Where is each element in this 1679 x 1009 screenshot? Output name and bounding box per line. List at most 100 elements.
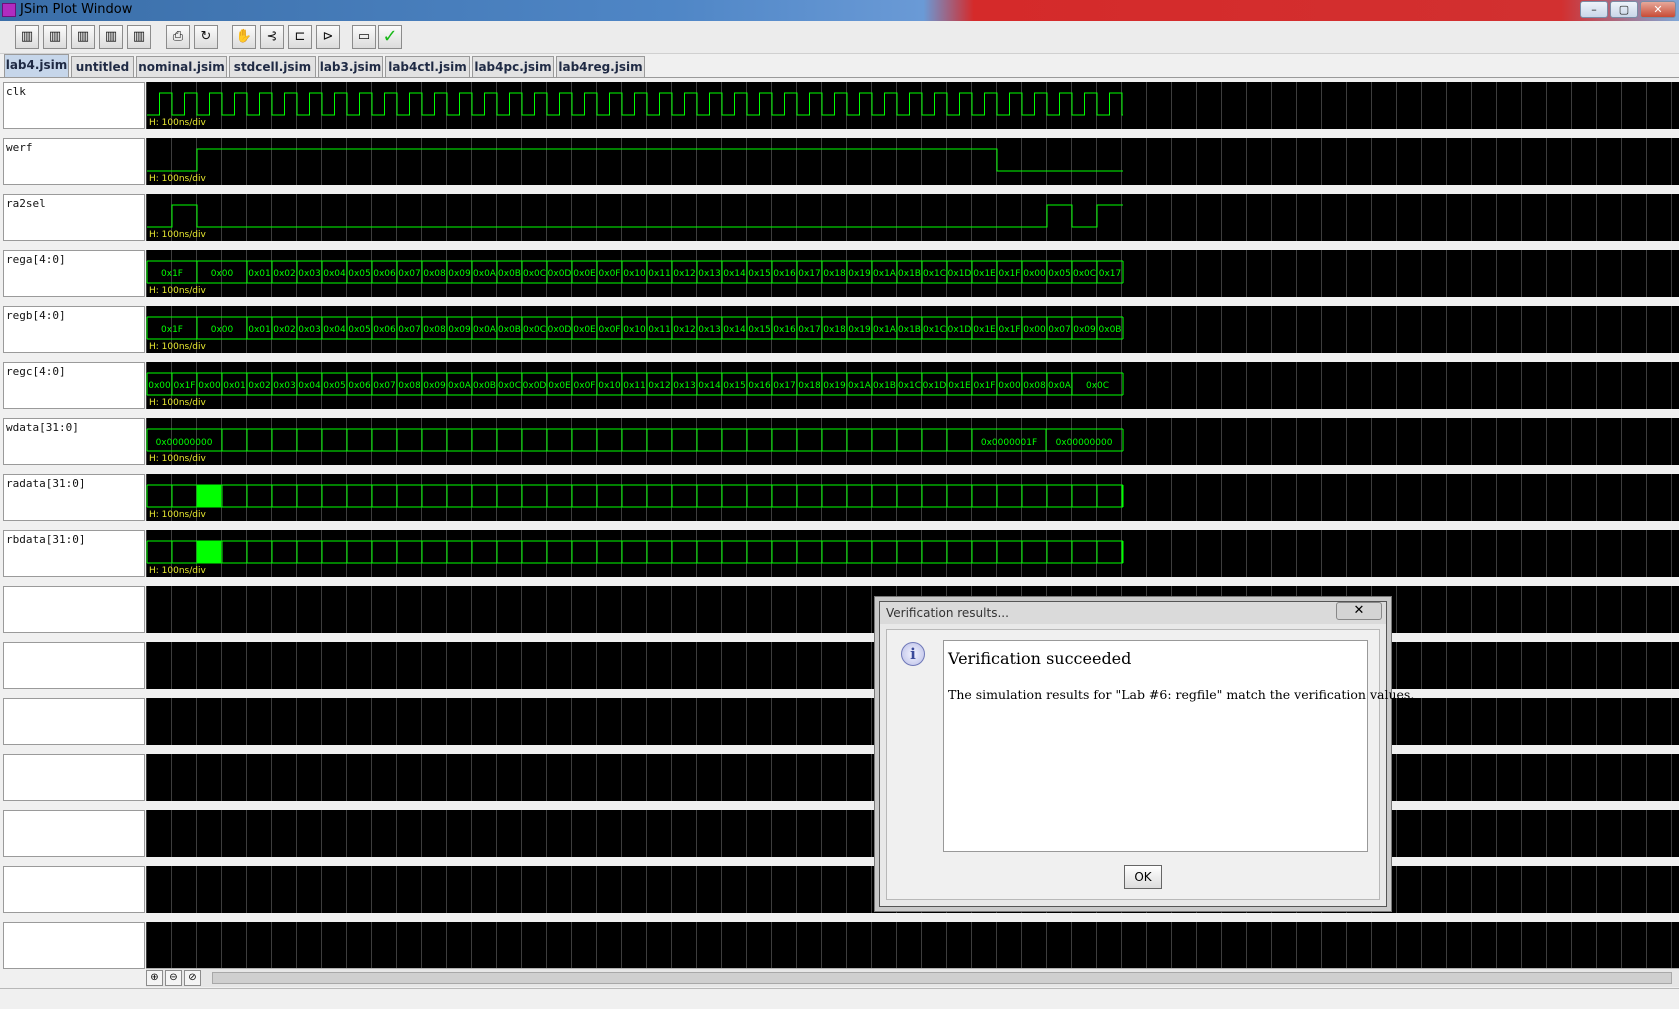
signal-row — [0, 920, 1679, 972]
bus-value-label: 0x00 — [148, 381, 171, 391]
tab-lab3-jsim[interactable]: lab3.jsim — [318, 56, 383, 77]
gate-icon[interactable]: ⊳ — [316, 25, 340, 49]
bus-value-label: 0x1E — [948, 381, 971, 391]
plot-view-2-icon[interactable]: ▥ — [43, 25, 67, 49]
signal-name[interactable]: regc[4:0] — [3, 362, 145, 409]
bus-value-label: 0x13 — [698, 269, 721, 279]
signal-name[interactable] — [3, 922, 145, 969]
window-icon[interactable]: ▭ — [352, 25, 376, 49]
zoom-out-icon[interactable]: ⊖ — [165, 970, 182, 986]
waveform-plot[interactable]: 0x00000000 0x0000001F 0x00000000 H: 100ns/d… — [146, 418, 1679, 465]
signal-name[interactable] — [3, 866, 145, 913]
bus-value-label: 0x07 — [1048, 325, 1071, 335]
waveform-trace — [147, 148, 1123, 172]
timing-icon[interactable]: ⊏ — [288, 25, 312, 49]
bus-value-label: 0x0A — [473, 269, 497, 279]
ok-button[interactable]: OK — [1124, 865, 1162, 889]
signal-name[interactable] — [3, 642, 145, 689]
tab-lab4-jsim[interactable]: lab4.jsim — [4, 54, 69, 77]
verification-dialog: Verification results... ✕ i Verification… — [879, 601, 1414, 907]
bus-value-label: 0x0B — [1099, 325, 1122, 335]
print-icon[interactable]: ⎙ — [166, 25, 190, 49]
waveform-plot[interactable]: H: 100ns/div — [146, 474, 1679, 521]
bus-value-label: 0x0D — [548, 325, 572, 335]
window-title: JSim Plot Window — [20, 2, 133, 17]
tab-lab4ctl-jsim[interactable]: lab4ctl.jsim — [385, 56, 470, 77]
signal-name[interactable]: werf — [3, 138, 145, 185]
plot-view-1-icon[interactable]: ▥ — [15, 25, 39, 49]
split-icon[interactable]: ⊰ — [260, 25, 284, 49]
bus-value-label: 0x00000000 — [1056, 438, 1113, 448]
plot-view-3-icon[interactable]: ▥ — [71, 25, 95, 49]
minimize-button[interactable]: – — [1580, 1, 1608, 18]
waveform-plot[interactable] — [146, 922, 1679, 969]
horizontal-scrollbar[interactable] — [212, 972, 1672, 984]
toolbar: ▥ ▥ ▥ ▥ ▥ ⎙ ↻ ✋ ⊰ ⊏ ⊳ ▭ ✓ — [0, 21, 1679, 54]
hand-icon[interactable]: ✋ — [232, 25, 256, 49]
horizontal-scale-label: H: 100ns/div — [149, 230, 206, 240]
bus-value-label: 0x1F — [161, 269, 183, 279]
bus-value-label: 0x1C — [898, 381, 921, 391]
waveform-trace — [147, 204, 1123, 228]
plot-view-5-icon[interactable]: ▥ — [127, 25, 151, 49]
signal-name[interactable]: regb[4:0] — [3, 306, 145, 353]
bus-value-label: 0x03 — [298, 325, 321, 335]
refresh-icon[interactable]: ↻ — [194, 25, 218, 49]
waveform-trace: 0x1F 0x00 0x01 0x02 0x03 0x04 0x05 0x06 0x07 0x08… — [146, 260, 1124, 284]
bus-value-label: 0x0F — [599, 325, 621, 335]
plot-view-4-icon[interactable]: ▥ — [99, 25, 123, 49]
signal-row: rega[4:0] 0x1F 0x00 0x01 0x02 0x03 0x04 0x05 0x0… — [0, 248, 1679, 300]
bus-value-label: 0x11 — [648, 269, 671, 279]
bus-value-label: 0x12 — [648, 381, 671, 391]
signal-name[interactable] — [3, 698, 145, 745]
signal-name[interactable] — [3, 586, 145, 633]
signal-row — [0, 808, 1679, 860]
close-window-button[interactable]: ✕ — [1640, 1, 1676, 18]
signal-name[interactable]: clk — [3, 82, 145, 129]
signal-name[interactable]: radata[31:0] — [3, 474, 145, 521]
signal-name[interactable]: rega[4:0] — [3, 250, 145, 297]
zoom-in-icon[interactable]: ⊕ — [146, 970, 163, 986]
waveform-plot[interactable]: H: 100ns/div — [146, 194, 1679, 241]
bus-value-label: 0x1D — [948, 325, 972, 335]
bus-value-label: 0x1F — [974, 381, 996, 391]
tab-nominal-jsim[interactable]: nominal.jsim — [136, 56, 227, 77]
bus-value-label: 0x1F — [999, 325, 1021, 335]
tab-stdcell-jsim[interactable]: stdcell.jsim — [229, 56, 316, 77]
zoom-fit-icon[interactable]: ⊘ — [184, 970, 201, 986]
message-box: Verification succeeded The simulation re… — [943, 640, 1414, 852]
signal-row: werf H: 100ns/div — [0, 136, 1679, 188]
dialog-close-button[interactable]: ✕ — [1336, 602, 1382, 620]
zoom-bar: ⊕ ⊖ ⊘ — [146, 968, 1679, 987]
bus-value-label: 0x1B — [873, 381, 896, 391]
bus-value-label: 0x0E — [548, 381, 571, 391]
tab-untitled[interactable]: untitled — [71, 56, 134, 77]
waveform-trace — [146, 922, 1679, 969]
tab-lab4pc-jsim[interactable]: lab4pc.jsim — [472, 56, 554, 77]
bus-value-label: 0x1C — [923, 325, 946, 335]
bus-value-label: 0x11 — [648, 325, 671, 335]
signal-name[interactable]: wdata[31:0] — [3, 418, 145, 465]
bus-value-label: 0x04 — [298, 381, 321, 391]
tab-lab4reg-jsim[interactable]: lab4reg.jsim — [556, 56, 645, 77]
waveform-plot[interactable]: 0x1F 0x00 0x01 0x02 0x03 0x04 0x05 0x06 0x07 0x08… — [146, 250, 1679, 297]
waveform-plot[interactable]: H: 100ns/div — [146, 530, 1679, 577]
bus-value-label: 0x11 — [623, 381, 646, 391]
bus-value-label: 0x16 — [773, 325, 796, 335]
waveform-plot[interactable]: H: 100ns/div — [146, 82, 1679, 129]
bus-value-label: 0x10 — [623, 269, 646, 279]
bus-value-label: 0x0B — [498, 269, 521, 279]
waveform-plot[interactable]: H: 100ns/div — [146, 138, 1679, 185]
waveform-plot[interactable]: 0x00 0x1F 0x00 0x01 0x02 0x03 0x04 0x05 0x06 0x07… — [146, 362, 1679, 409]
bus-value-label: 0x02 — [273, 269, 296, 279]
signal-row: regc[4:0] 0x00 0x1F 0x00 0x01 0x02 0x03 0x04 0x0… — [0, 360, 1679, 412]
signal-name[interactable]: rbdata[31:0] — [3, 530, 145, 577]
bus-value-label: 0x0A — [473, 325, 497, 335]
maximize-button[interactable]: ▢ — [1610, 1, 1638, 18]
signal-name[interactable] — [3, 810, 145, 857]
signal-name[interactable] — [3, 754, 145, 801]
signal-name[interactable]: ra2sel — [3, 194, 145, 241]
bus-value-label: 0x0E — [573, 325, 596, 335]
waveform-plot[interactable]: 0x1F 0x00 0x01 0x02 0x03 0x04 0x05 0x06 0x07 0x08… — [146, 306, 1679, 353]
checkmark-icon[interactable]: ✓ — [378, 25, 402, 49]
